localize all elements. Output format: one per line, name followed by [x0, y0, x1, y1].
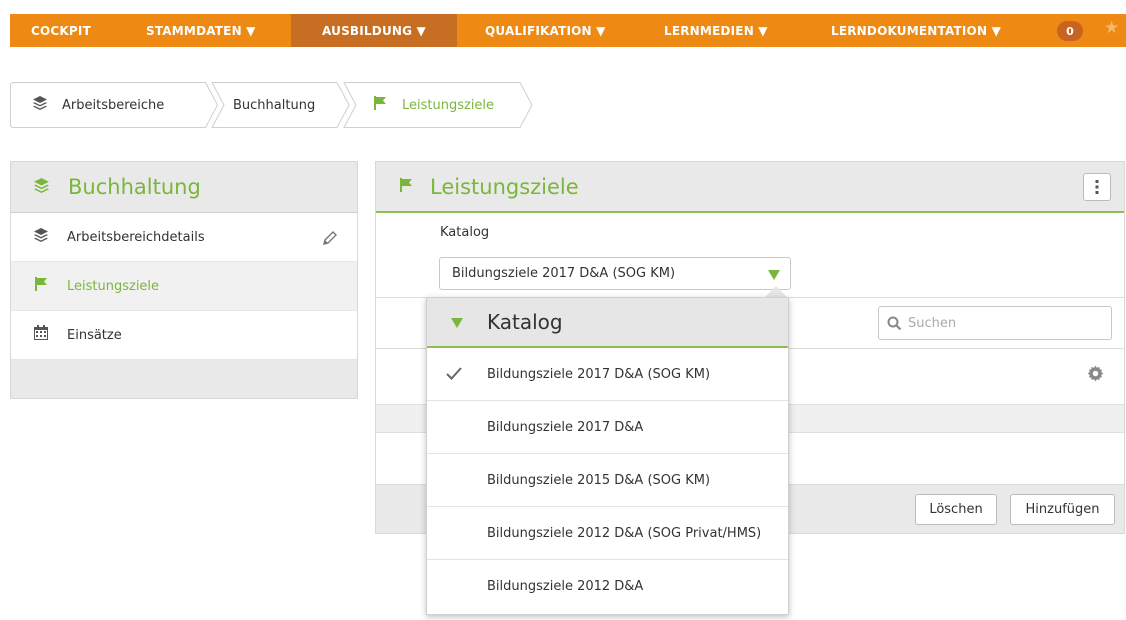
top-nav: COCKPIT STAMMDATEN ▼ AUSBILDUNG ▼ QUALIF… [10, 14, 1126, 47]
breadcrumb-item-buchhaltung[interactable]: Buchhaltung [233, 82, 315, 128]
search-input[interactable]: Suchen [878, 306, 1112, 340]
katalog-label: Katalog [440, 225, 490, 240]
sidebar-title: Buchhaltung [68, 175, 201, 199]
breadcrumb: Arbeitsbereiche Buchhaltung Leistungszie… [10, 82, 534, 128]
star-icon[interactable]: ★ [1104, 18, 1119, 38]
layers-icon [33, 227, 49, 247]
dropdown-option[interactable]: Bildungsziele 2017 D&A (SOG KM) [427, 348, 788, 401]
nav-stammdaten[interactable]: STAMMDATEN ▼ [138, 14, 264, 47]
breadcrumb-label: Leistungsziele [402, 97, 495, 113]
dropdown-option[interactable]: Bildungsziele 2012 D&A [427, 560, 788, 613]
delete-button[interactable]: Löschen [915, 494, 997, 525]
dropdown-caret [765, 286, 787, 297]
flag-icon [398, 177, 414, 197]
app-root: COCKPIT STAMMDATEN ▼ AUSBILDUNG ▼ QUALIF… [0, 0, 1126, 620]
search-placeholder: Suchen [908, 315, 957, 331]
katalog-select-value: Bildungsziele 2017 D&A (SOG KM) [452, 266, 676, 281]
page-title: Leistungsziele [430, 174, 579, 199]
dropdown-option-label: Bildungsziele 2017 D&A [487, 419, 644, 435]
breadcrumb-item-arbeitsbereiche[interactable]: Arbeitsbereiche [32, 82, 164, 128]
layers-icon [32, 95, 48, 115]
calendar-icon [33, 325, 49, 345]
breadcrumb-item-leistungsziele: Leistungsziele [372, 82, 494, 128]
main-panel-header: Leistungsziele [376, 162, 1124, 213]
nav-cockpit[interactable]: COCKPIT [23, 14, 99, 47]
more-options-button[interactable] [1083, 173, 1111, 201]
breadcrumb-label: Arbeitsbereiche [62, 97, 165, 113]
search-icon [887, 316, 902, 330]
katalog-dropdown: Katalog Bildungsziele 2017 D&A (SOG KM) … [426, 297, 789, 615]
nav-ausbildung[interactable]: AUSBILDUNG ▼ [291, 14, 457, 47]
sidebar-item-label: Einsätze [67, 327, 122, 343]
dropdown-option-label: Bildungsziele 2017 D&A (SOG KM) [487, 366, 711, 382]
sidebar-header: Buchhaltung [11, 162, 357, 213]
breadcrumb-label: Buchhaltung [233, 97, 316, 113]
add-button[interactable]: Hinzufügen [1010, 494, 1115, 525]
dropdown-option[interactable]: Bildungsziele 2012 D&A (SOG Privat/HMS) [427, 507, 788, 560]
sidebar-item-label: Leistungsziele [67, 278, 160, 294]
nav-lerndokumentation[interactable]: LERNDOKUMENTATION ▼ [823, 14, 1009, 47]
dropdown-option[interactable]: Bildungsziele 2015 D&A (SOG KM) [427, 454, 788, 507]
pencil-icon[interactable] [321, 229, 339, 251]
nav-lernmedien[interactable]: LERNMEDIEN ▼ [656, 14, 776, 47]
dropdown-option[interactable]: Bildungsziele 2017 D&A [427, 401, 788, 454]
gear-icon[interactable] [1087, 365, 1104, 386]
dropdown-title: Katalog [487, 310, 563, 334]
notification-badge[interactable]: 0 [1057, 21, 1083, 41]
triangle-down-icon [768, 269, 780, 284]
dropdown-option-label: Bildungsziele 2012 D&A [487, 579, 644, 594]
nav-qualifikation[interactable]: QUALIFIKATION ▼ [477, 14, 614, 47]
sidebar-panel: Buchhaltung Arbeitsbereichdetails Leistu… [10, 161, 358, 399]
katalog-select[interactable]: Bildungsziele 2017 D&A (SOG KM) [439, 257, 791, 290]
sidebar-item-label: Arbeitsbereichdetails [67, 229, 205, 245]
flag-icon [372, 95, 388, 115]
kebab-icon [1095, 180, 1099, 194]
sidebar-item-arbeitsbereichdetails[interactable]: Arbeitsbereichdetails [11, 213, 357, 262]
triangle-down-icon [451, 313, 463, 332]
sidebar-item-leistungsziele[interactable]: Leistungsziele [11, 262, 357, 311]
flag-icon [33, 276, 49, 296]
check-icon [446, 367, 462, 384]
dropdown-option-label: Bildungsziele 2012 D&A (SOG Privat/HMS) [487, 525, 762, 541]
dropdown-header[interactable]: Katalog [427, 298, 788, 348]
sidebar-item-einsaetze[interactable]: Einsätze [11, 311, 357, 360]
layers-icon [33, 177, 50, 198]
dropdown-option-label: Bildungsziele 2015 D&A (SOG KM) [487, 472, 711, 488]
